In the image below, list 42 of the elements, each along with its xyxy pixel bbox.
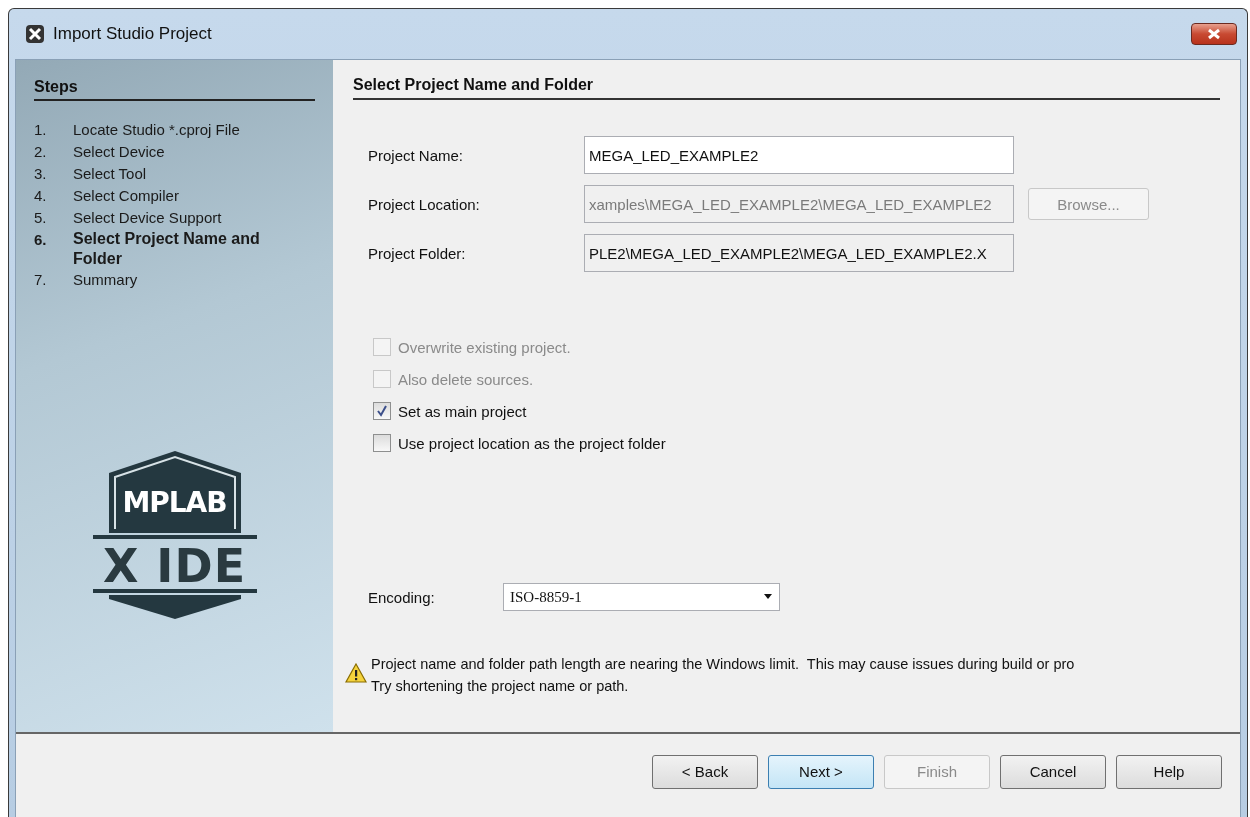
- step-label: Select Device Support: [73, 208, 222, 228]
- field-label: Project Name:: [368, 146, 465, 164]
- encoding-dropdown[interactable]: ISO-8859-1: [503, 583, 780, 611]
- checkbox-label: Set as main project: [398, 402, 527, 420]
- step-number: 5.: [34, 208, 48, 228]
- dialog-button[interactable]: Help: [1116, 754, 1222, 789]
- app-icon: [25, 24, 45, 44]
- checkbox[interactable]: [373, 434, 391, 452]
- step-label: Select Project Name and Folder: [73, 229, 261, 269]
- check-icon: [376, 405, 388, 417]
- panel-title: Select Project Name and Folder: [353, 76, 1220, 100]
- step-number: 1.: [34, 120, 48, 140]
- step-label: Select Compiler: [73, 186, 179, 206]
- warning-message: Project name and folder path length are nearing the Windows limit. This may cause issues during build or pro Try shortening the project name or path.: [371, 655, 1075, 696]
- close-button[interactable]: [1191, 23, 1237, 45]
- steps-heading: Steps: [34, 78, 315, 101]
- step-number: 3.: [34, 164, 48, 184]
- checkbox-label: Also delete sources.: [398, 370, 534, 388]
- step-label: Select Device: [73, 142, 165, 162]
- logo-text: X IDE: [101, 539, 248, 593]
- field-label: Project Folder:: [368, 244, 467, 262]
- field-label: Project Location:: [368, 195, 481, 213]
- encoding-label: Encoding:: [368, 588, 436, 606]
- close-icon: [1206, 28, 1222, 40]
- checkbox-label: Overwrite existing project.: [398, 338, 571, 356]
- step-label: Select Tool: [73, 164, 147, 184]
- dialog-button[interactable]: < Back: [652, 754, 758, 789]
- dialog-button[interactable]: Next >: [768, 754, 874, 789]
- checkbox[interactable]: [373, 402, 391, 420]
- dialog-button[interactable]: Cancel: [1000, 754, 1106, 789]
- step-number: 2.: [34, 142, 48, 162]
- step-number: 4.: [34, 186, 48, 206]
- warning-icon: [345, 663, 367, 683]
- step-number: 6.: [34, 230, 48, 250]
- step-label: Locate Studio *.cproj File: [73, 120, 240, 140]
- text-field[interactable]: MEGA_LED_EXAMPLE2: [584, 136, 1014, 174]
- logo-text: MPLAB: [121, 485, 228, 521]
- dropdown-arrow-icon: [763, 594, 773, 600]
- checkbox-label: Use project location as the project folder: [398, 434, 666, 452]
- step-number: 7.: [34, 270, 48, 290]
- step-label: Summary: [73, 270, 138, 290]
- window-title: Import Studio Project: [53, 24, 213, 44]
